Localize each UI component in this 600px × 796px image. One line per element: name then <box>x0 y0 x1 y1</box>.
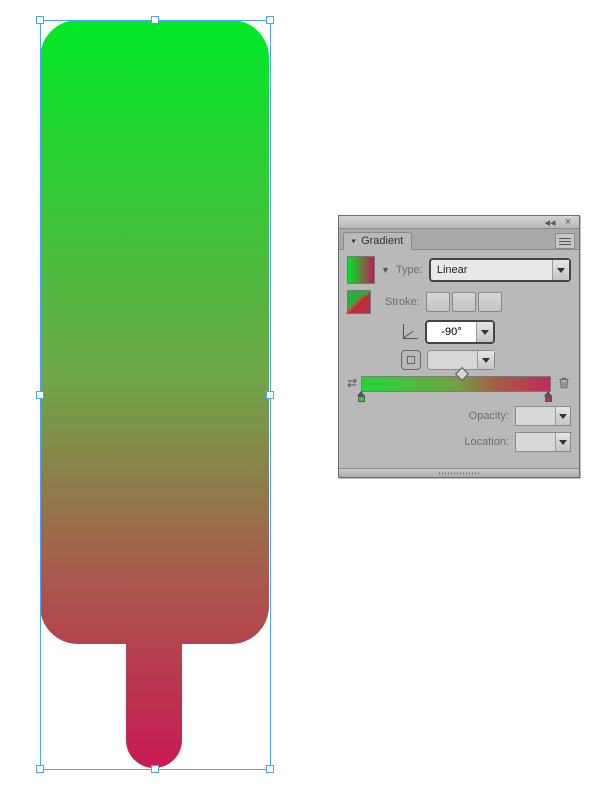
angle-icon <box>401 323 419 341</box>
stroke-along-button[interactable] <box>452 292 476 312</box>
chevron-down-icon <box>477 351 494 369</box>
opacity-label: Opacity: <box>469 410 509 422</box>
stroke-within-button[interactable] <box>426 292 450 312</box>
panel-collapse-icon[interactable]: ◂◂ <box>543 217 557 227</box>
gradient-stop-end[interactable] <box>544 391 553 402</box>
reverse-gradient-icon[interactable]: ⇄ <box>347 376 355 390</box>
gradient-type-select[interactable]: Linear <box>429 258 571 282</box>
opacity-input[interactable] <box>515 406 571 426</box>
chevron-down-icon <box>476 322 493 342</box>
opacity-value <box>516 407 555 425</box>
type-label: Type: <box>396 264 423 276</box>
aspect-ratio-icon <box>401 350 421 370</box>
artwork-shape[interactable] <box>40 20 269 768</box>
swatch-dropdown-icon[interactable]: ▼ <box>381 265 390 275</box>
location-input[interactable] <box>515 432 571 452</box>
tab-gradient[interactable]: ▸ Gradient <box>343 232 412 250</box>
panel-title: Gradient <box>361 235 403 247</box>
chevron-down-icon <box>552 260 569 280</box>
chevron-down-icon <box>555 433 570 451</box>
gradient-angle-value: -90° <box>427 322 476 342</box>
panel-flyout-menu[interactable] <box>555 233 575 249</box>
tab-toggle-icon: ▸ <box>350 239 359 243</box>
chevron-down-icon <box>555 407 570 425</box>
location-label: Location: <box>464 436 509 448</box>
stroke-gradient-swatch[interactable] <box>347 290 371 314</box>
stroke-label: Stroke: <box>385 296 420 308</box>
panel-top-controls: ◂◂ × <box>339 216 579 229</box>
stroke-across-button[interactable] <box>478 292 502 312</box>
panel-close-icon[interactable]: × <box>561 217 575 227</box>
trash-icon[interactable] <box>557 376 571 390</box>
fill-gradient-swatch[interactable] <box>347 256 375 284</box>
gradient-slider[interactable] <box>361 376 551 392</box>
gradient-type-value: Linear <box>431 264 552 276</box>
location-value <box>516 433 555 451</box>
gradient-panel: ◂◂ × ▸ Gradient ▼ Type: Linear <box>338 215 580 478</box>
panel-resize-grip[interactable] <box>339 468 579 477</box>
gradient-angle-input[interactable]: -90° <box>425 320 495 344</box>
gradient-stop-start[interactable] <box>357 391 366 402</box>
